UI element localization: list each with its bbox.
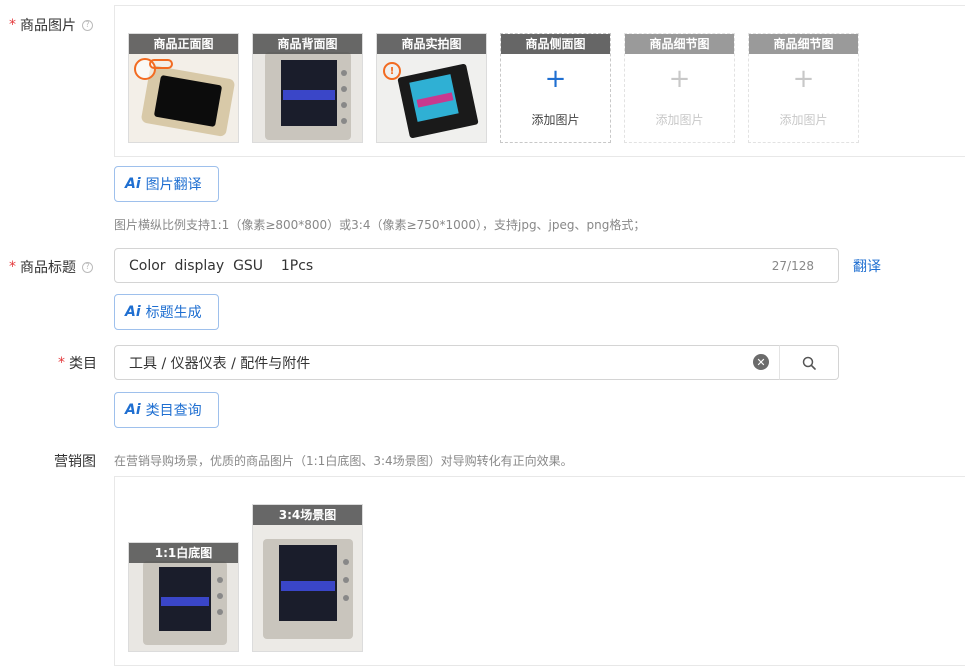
help-icon[interactable]: ? [82, 261, 93, 273]
add-image-text: 添加图片 [531, 113, 580, 127]
marketing-images-panel: 1:1白底图 3:4场景图 [114, 476, 965, 666]
image-translate-button[interactable]: Ai 图片翻译 [114, 166, 219, 202]
image-slot-back[interactable]: 商品背面图 [252, 33, 363, 143]
category-search-button[interactable] [779, 345, 839, 380]
marketing-label-row: 营销图 [54, 451, 96, 471]
title-label: 商品标题 [20, 260, 76, 276]
category-label: 类目 [69, 356, 97, 372]
clear-icon[interactable]: ✕ [753, 354, 769, 370]
category-query-label: 类目查询 [145, 403, 202, 419]
images-label-row: * 商品图片 ? [9, 15, 93, 35]
category-label-row: * 类目 [58, 353, 97, 373]
image-caption: 1:1白底图 [129, 543, 238, 563]
marketing-label: 营销图 [54, 454, 96, 470]
product-images-panel: 商品正面图 商品背面图 商品实拍图 ! 商品侧面图 + 添加图片 商品细节图 +… [114, 5, 965, 157]
image-caption: 商品细节图 [749, 34, 858, 54]
image-slot-detail-1[interactable]: 商品细节图 + 添加图片 [624, 33, 735, 143]
image-caption: 商品细节图 [625, 34, 734, 54]
category-query-button[interactable]: Ai 类目查询 [114, 392, 219, 428]
plus-icon: + [792, 64, 815, 94]
marketing-slot-square[interactable]: 1:1白底图 [128, 542, 239, 652]
title-label-row: * 商品标题 ? [9, 257, 93, 277]
image-translate-label: 图片翻译 [145, 177, 202, 193]
ai-icon: Ai [125, 176, 141, 192]
image-slot-side[interactable]: 商品侧面图 + 添加图片 [500, 33, 611, 143]
marketing-slot-scene[interactable]: 3:4场景图 [252, 504, 363, 652]
image-caption: 商品侧面图 [501, 34, 610, 54]
product-photo [139, 64, 236, 138]
ai-icon: Ai [125, 402, 141, 418]
images-label: 商品图片 [20, 18, 76, 34]
title-generate-button[interactable]: Ai 标题生成 [114, 294, 219, 330]
image-slot-front[interactable]: 商品正面图 [128, 33, 239, 143]
title-input[interactable]: Color display GSU 1Pcs 27/128 [114, 248, 839, 283]
category-value: 工具 / 仪器仪表 / 配件与附件 [129, 355, 311, 372]
required-mark: * [9, 259, 16, 275]
image-caption: 商品背面图 [253, 34, 362, 54]
required-mark: * [9, 17, 16, 33]
add-image-text: 添加图片 [779, 113, 828, 127]
category-input[interactable]: 工具 / 仪器仪表 / 配件与附件 [114, 345, 780, 380]
required-mark: * [58, 355, 65, 371]
help-icon[interactable]: ? [82, 19, 93, 31]
image-slot-detail-2[interactable]: 商品细节图 + 添加图片 [748, 33, 859, 143]
title-value: Color display GSU 1Pcs [129, 257, 314, 274]
image-caption: 商品实拍图 [377, 34, 486, 54]
image-slot-real[interactable]: 商品实拍图 ! [376, 33, 487, 143]
image-caption: 商品正面图 [129, 34, 238, 54]
marketing-hint: 在营销导购场景，优质的商品图片（1:1白底图、3:4场景图）对导购转化有正向效果… [114, 454, 573, 468]
image-caption: 3:4场景图 [253, 505, 362, 525]
translate-link[interactable]: 翻译 [853, 256, 881, 276]
image-format-hint: 图片横纵比例支持1:1（像素≥800*800）或3:4（像素≥750*1000）… [114, 218, 646, 232]
search-icon [802, 356, 816, 370]
title-generate-label: 标题生成 [145, 305, 202, 321]
warning-icon: ! [383, 62, 401, 80]
plus-icon: + [544, 64, 567, 94]
ai-icon: Ai [125, 304, 141, 320]
plus-icon: + [668, 64, 691, 94]
title-char-counter: 27/128 [771, 258, 814, 273]
add-image-text: 添加图片 [655, 113, 704, 127]
